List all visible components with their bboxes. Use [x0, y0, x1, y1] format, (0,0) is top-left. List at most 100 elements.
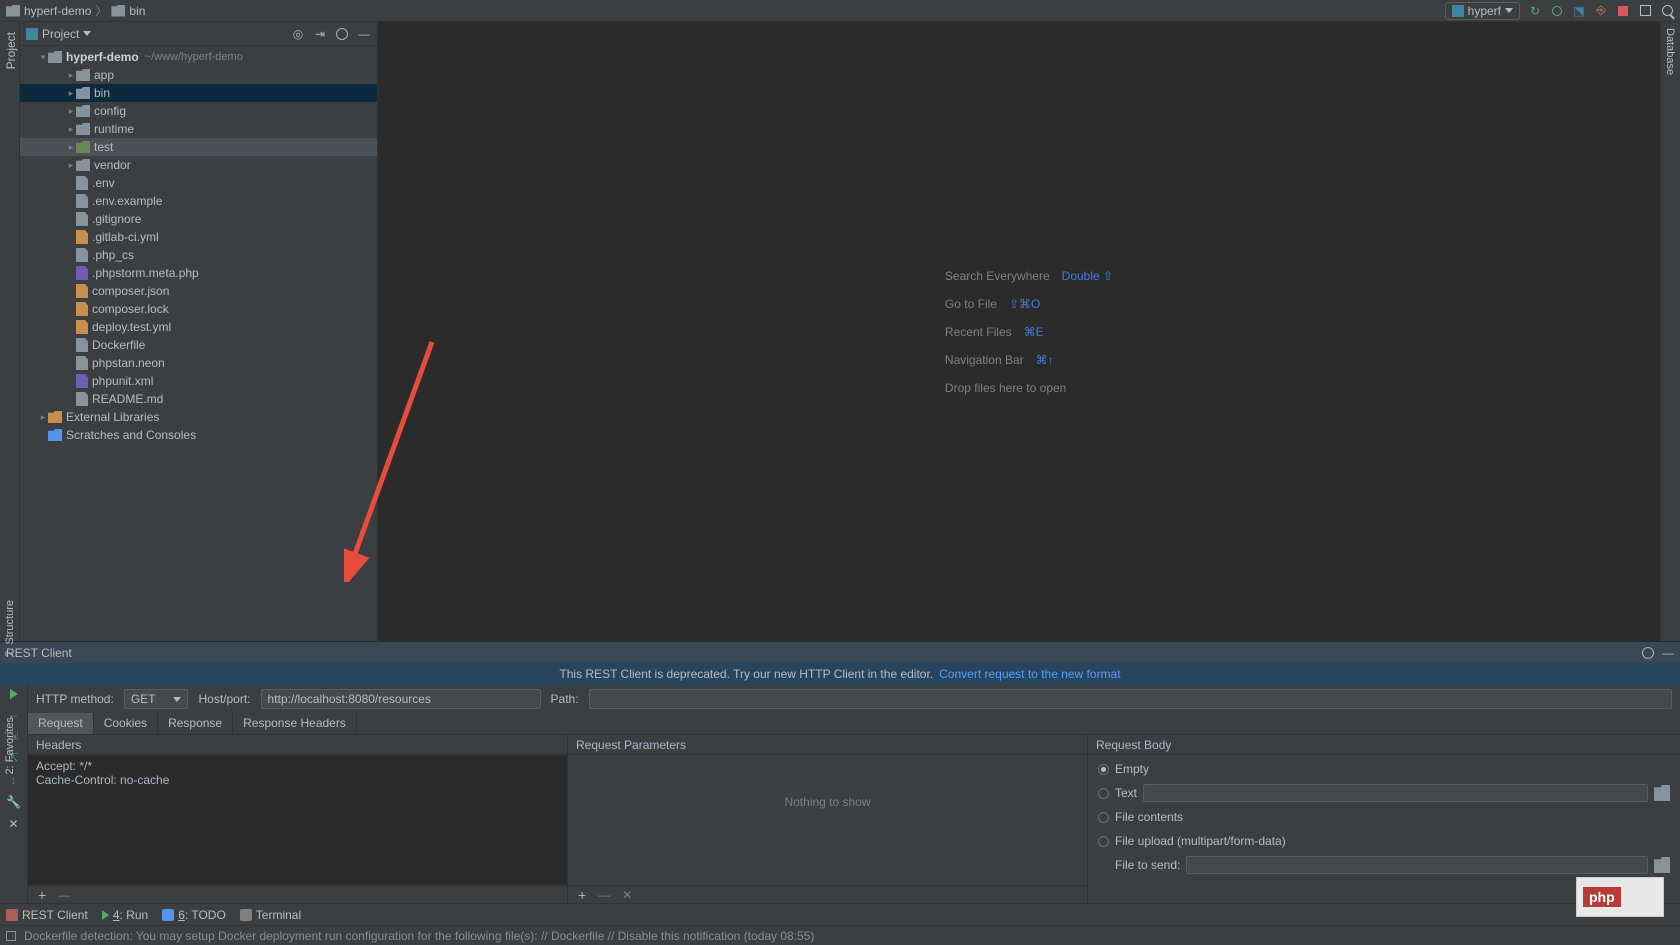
tree-row[interactable]: test — [20, 138, 377, 156]
radio-icon — [1098, 764, 1109, 775]
tree-row[interactable]: vendor — [20, 156, 377, 174]
tip-recent: Recent Files — [945, 325, 1012, 339]
radio-icon — [1098, 812, 1109, 823]
tree-row[interactable]: .env — [20, 174, 377, 192]
welcome-tips: Search EverywhereDouble ⇧ Go to File⇧⌘O … — [945, 269, 1113, 395]
body-col-title: Request Body — [1088, 735, 1680, 755]
body-upload-option[interactable]: File upload (multipart/form-data) — [1094, 829, 1674, 853]
tree-row[interactable]: .phpstorm.meta.php — [20, 264, 377, 282]
status-indicator-icon[interactable] — [6, 931, 16, 941]
close-icon[interactable]: ✕ — [8, 817, 18, 831]
tree-row[interactable]: .gitlab-ci.yml — [20, 228, 377, 246]
params-empty-text: Nothing to show — [784, 795, 870, 809]
dropdown-icon — [1505, 8, 1513, 13]
tip-search: Search Everywhere — [945, 269, 1050, 283]
coverage-icon[interactable]: ⬔ — [1572, 4, 1586, 18]
folder-icon — [111, 5, 125, 17]
tree-row[interactable]: runtime — [20, 120, 377, 138]
browse-icon[interactable] — [1654, 785, 1670, 801]
structure-tool-tab[interactable]: 7: Structure — [4, 600, 16, 657]
tree-row[interactable]: hyperf-demo~/www/hyperf-demo — [20, 48, 377, 66]
attach-icon[interactable]: ⎆ — [1594, 4, 1608, 18]
path-input[interactable] — [589, 689, 1672, 709]
tree-row[interactable]: .php_cs — [20, 246, 377, 264]
favorites-tool-tab[interactable]: 2: Favorites — [4, 717, 16, 774]
body-text-input[interactable] — [1143, 784, 1648, 802]
body-upload-label: File upload (multipart/form-data) — [1115, 834, 1286, 848]
tip-nav: Navigation Bar — [945, 353, 1024, 367]
swap-icon[interactable]: ↕ — [11, 773, 17, 787]
remove-header-button[interactable]: — — [58, 888, 70, 902]
breadcrumb[interactable]: hyperf-demo 〉 bin — [6, 2, 145, 19]
tree-row[interactable]: bin — [20, 84, 377, 102]
tree-row[interactable]: config — [20, 102, 377, 120]
stop-button[interactable] — [1616, 4, 1630, 18]
wrench-icon[interactable]: 🔧 — [6, 795, 21, 809]
tab-run[interactable]: 4: Run — [102, 908, 148, 922]
tab-rest-client[interactable]: REST Client — [6, 908, 88, 922]
tip-nav-key: ⌘↑ — [1036, 353, 1054, 367]
tree-row[interactable]: deploy.test.yml — [20, 318, 377, 336]
body-empty-option[interactable]: Empty — [1094, 757, 1674, 781]
remove-param-button[interactable]: — — [598, 888, 610, 902]
method-label: HTTP method: — [36, 692, 114, 706]
rest-tabs: RequestCookiesResponseResponse Headers — [28, 713, 1680, 735]
host-input[interactable] — [261, 689, 541, 709]
run-config-icon — [1452, 5, 1464, 17]
file-to-send-input[interactable] — [1186, 856, 1648, 874]
browse-icon[interactable] — [1654, 857, 1670, 873]
tree-row[interactable]: .env.example — [20, 192, 377, 210]
tree-row[interactable]: README.md — [20, 390, 377, 408]
hide-icon[interactable]: — — [357, 27, 371, 41]
breadcrumb-project: hyperf-demo — [24, 4, 91, 18]
project-tool-tab[interactable]: Project — [2, 28, 20, 73]
method-select[interactable]: GET — [124, 689, 189, 709]
tab-terminal[interactable]: Terminal — [240, 908, 301, 922]
todo-icon — [162, 909, 174, 921]
add-header-button[interactable]: + — [38, 887, 46, 903]
tree-row[interactable]: .gitignore — [20, 210, 377, 228]
banner-link[interactable]: Convert request to the new format — [939, 667, 1120, 681]
rest-client-title-bar: REST Client — — [0, 641, 1680, 663]
tree-row[interactable]: Scratches and Consoles — [20, 426, 377, 444]
project-view-select[interactable]: Project — [26, 27, 91, 41]
params-area: Nothing to show — [568, 755, 1087, 885]
tab-todo[interactable]: 6: TODO — [162, 908, 226, 922]
php-watermark: php — [1576, 877, 1664, 917]
dropdown-icon — [83, 31, 91, 36]
folder-icon — [6, 5, 20, 17]
body-text-option[interactable]: Text — [1094, 781, 1674, 805]
rest-tab-response-headers[interactable]: Response Headers — [233, 713, 357, 734]
body-file-option[interactable]: File contents — [1094, 805, 1674, 829]
rest-tab-cookies[interactable]: Cookies — [94, 713, 158, 734]
tree-row[interactable]: composer.lock — [20, 300, 377, 318]
tree-row[interactable]: Dockerfile — [20, 336, 377, 354]
tree-row[interactable]: phpunit.xml — [20, 372, 377, 390]
project-tree[interactable]: hyperf-demo~/www/hyperf-demoappbinconfig… — [20, 46, 377, 641]
layout-icon[interactable] — [1638, 4, 1652, 18]
editor-area[interactable]: Search EverywhereDouble ⇧ Go to File⇧⌘O … — [378, 22, 1680, 641]
bug-icon[interactable] — [1550, 4, 1564, 18]
tree-row[interactable]: External Libraries — [20, 408, 377, 426]
breadcrumb-folder: bin — [129, 4, 145, 18]
settings-icon[interactable] — [1642, 647, 1654, 659]
sync-icon[interactable]: ↻ — [1528, 4, 1542, 18]
navigation-bar: hyperf-demo 〉 bin hyperf ↻ ⬔ ⎆ — [0, 0, 1680, 22]
hide-icon[interactable]: — — [1662, 646, 1674, 660]
locate-icon[interactable]: ◎ — [291, 27, 305, 41]
settings-icon[interactable] — [335, 27, 349, 41]
tip-drop: Drop files here to open — [945, 381, 1066, 395]
clear-params-button[interactable]: ✕ — [622, 888, 632, 902]
database-tool-tab[interactable]: Database — [1660, 22, 1680, 641]
rest-tab-response[interactable]: Response — [158, 713, 233, 734]
add-param-button[interactable]: + — [578, 887, 586, 903]
tree-row[interactable]: composer.json — [20, 282, 377, 300]
rest-tab-request[interactable]: Request — [28, 713, 94, 734]
tree-row[interactable]: phpstan.neon — [20, 354, 377, 372]
headers-editor[interactable]: Accept: */* Cache-Control: no-cache — [28, 755, 567, 885]
left-gutter: Project — [0, 22, 20, 641]
tree-row[interactable]: app — [20, 66, 377, 84]
collapse-icon[interactable]: ⇥ — [313, 27, 327, 41]
search-icon[interactable] — [1660, 4, 1674, 18]
run-config-select[interactable]: hyperf — [1445, 2, 1520, 20]
